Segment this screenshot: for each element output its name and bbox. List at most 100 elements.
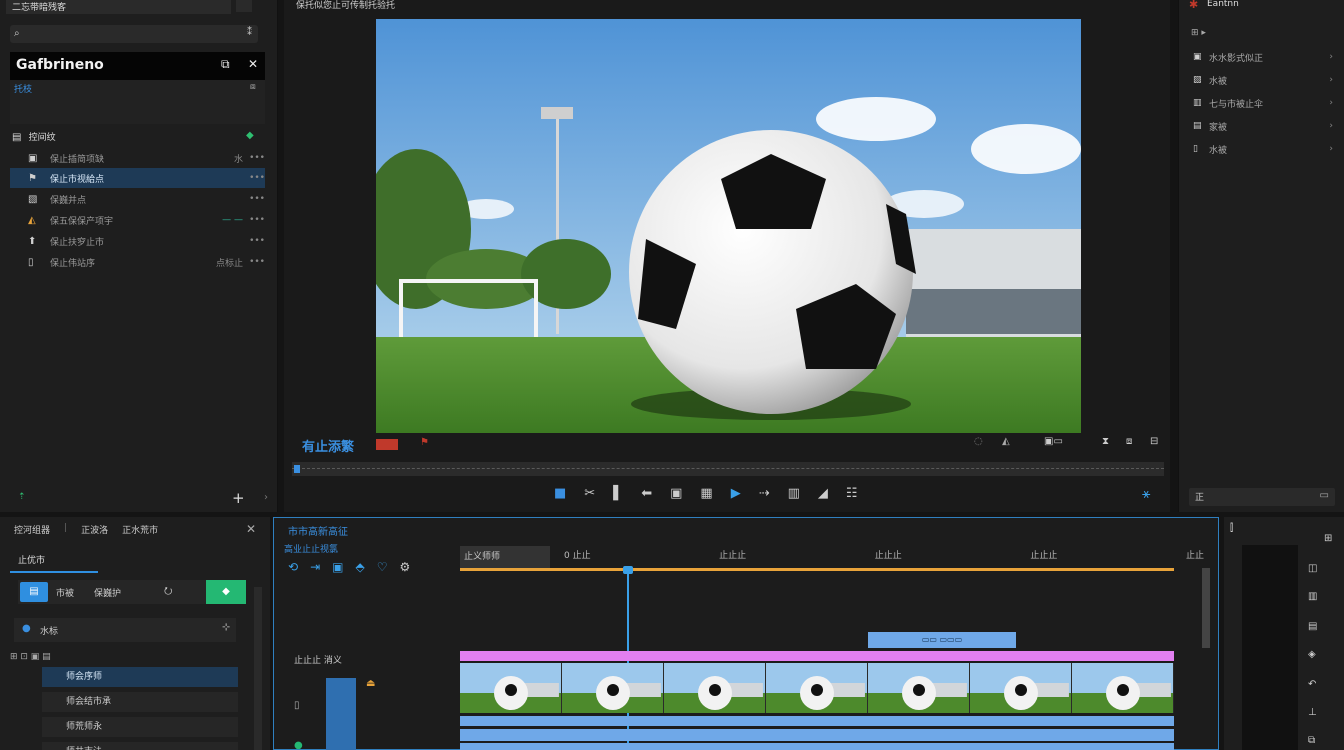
- scrub-bar[interactable]: [292, 462, 1164, 476]
- inspector-item[interactable]: ▣ 水水影式似正 ›: [1193, 48, 1333, 66]
- apply-button[interactable]: ◆: [206, 580, 246, 604]
- tree-item-selected[interactable]: 师会序师: [42, 667, 238, 687]
- add-button[interactable]: +: [232, 489, 245, 507]
- close-icon[interactable]: ✕: [248, 57, 258, 71]
- cut-button[interactable]: ✂: [584, 486, 595, 506]
- more-icon[interactable]: ⊟: [1150, 436, 1158, 447]
- project-header[interactable]: Gafbrineno ⧉ ✕: [10, 52, 265, 80]
- export-icon[interactable]: ⧉: [221, 57, 230, 72]
- media-panel: 二忘带暗残客 ⌕ ⁑ Gafbrineno ⧉ ✕ 托枝 ⧈ ▤ 控间纹 ◆ ▣…: [0, 0, 278, 512]
- mark-in-button[interactable]: ▌: [613, 486, 623, 506]
- lift-button[interactable]: ◢: [818, 486, 828, 506]
- tool-icon[interactable]: ◈: [1308, 649, 1316, 660]
- tab-transitions[interactable]: 正波洛: [81, 523, 108, 537]
- scrollbar[interactable]: [254, 587, 262, 750]
- list-item[interactable]: ▯ 保止伟站序 点标止 •••: [10, 252, 265, 272]
- track-header[interactable]: 止义师师: [460, 546, 550, 568]
- section-header[interactable]: ▤ 控间纹 ◆: [12, 130, 262, 144]
- clip-strip-1[interactable]: [460, 716, 1174, 726]
- inspector-item[interactable]: ▯ 水被 ›: [1193, 140, 1333, 158]
- clip-strip-2[interactable]: [460, 729, 1174, 741]
- heart-icon[interactable]: ♡: [377, 560, 388, 576]
- search-input[interactable]: ⌕ ⁑: [10, 25, 258, 43]
- filter-icon[interactable]: ⁑: [247, 27, 252, 38]
- inspector-footer-button[interactable]: 正 ▭: [1189, 488, 1335, 506]
- extract-button[interactable]: ☷: [846, 486, 858, 506]
- insert-button[interactable]: ▣: [670, 486, 682, 506]
- export-frame-icon[interactable]: ⚹: [1142, 486, 1150, 502]
- info-icon[interactable]: ⧈: [250, 82, 256, 92]
- timeline-ruler[interactable]: 0 止止 止止止 止止止 止止止 止止: [564, 548, 1204, 562]
- lock-icon[interactable]: ⏏: [366, 678, 375, 689]
- work-area-bar[interactable]: [460, 568, 1174, 571]
- tool-icon[interactable]: ⧉: [1308, 735, 1315, 746]
- subtab-label[interactable]: 止优市: [18, 553, 45, 566]
- list-item[interactable]: ◭ 保五保保产项宇 — — •••: [10, 210, 265, 230]
- step-forward-button[interactable]: ⇢: [759, 486, 770, 506]
- clip-strip-3[interactable]: [460, 743, 1174, 750]
- list-item[interactable]: ▣ 保止插简项缺 水 •••: [10, 148, 265, 168]
- list-item-more[interactable]: •••: [243, 194, 265, 204]
- tag-icon[interactable]: ◆: [246, 130, 254, 141]
- folder-icon[interactable]: ▤: [20, 582, 48, 602]
- list-item-more[interactable]: •••: [243, 236, 265, 246]
- undo-icon[interactable]: ↶: [1308, 679, 1316, 690]
- list-item-selected[interactable]: ⚑ 保止市视給点 •••: [10, 168, 265, 188]
- playhead-handle[interactable]: [623, 566, 633, 574]
- tree-item[interactable]: 师会结市承: [42, 692, 238, 712]
- tool-icon[interactable]: ▥: [1308, 591, 1317, 602]
- eye-icon[interactable]: ▯: [294, 700, 300, 711]
- effect-search[interactable]: ● 水标 ⊹: [14, 618, 236, 642]
- track-toggle[interactable]: [326, 678, 356, 750]
- video-track[interactable]: [460, 663, 1174, 713]
- audio-icon[interactable]: ◭: [1002, 436, 1010, 447]
- tool-icon[interactable]: ⊥: [1308, 707, 1317, 718]
- record-indicator[interactable]: [376, 439, 398, 450]
- inspector-item[interactable]: ▧ 水被 ›: [1193, 71, 1333, 89]
- tab-titles[interactable]: 正水荒市: [122, 523, 158, 537]
- marker-icon[interactable]: ▣: [332, 560, 343, 576]
- list-item[interactable]: ▧ 保巍并点 •••: [10, 189, 265, 209]
- video-preview[interactable]: [376, 19, 1081, 433]
- marker-icon[interactable]: ⚑: [420, 437, 429, 448]
- play-button[interactable]: ▶: [731, 486, 741, 506]
- effect-btn-3[interactable]: ⭮: [164, 584, 172, 601]
- keyframe-icon[interactable]: ⬘: [355, 560, 364, 576]
- close-icon[interactable]: ✕: [246, 522, 256, 536]
- stop-button[interactable]: ■: [554, 486, 566, 506]
- timeline-scrollbar[interactable]: [1202, 568, 1210, 648]
- fullscreen-icon[interactable]: ⧈: [1126, 436, 1132, 447]
- scrub-handle[interactable]: [294, 465, 300, 473]
- settings-icon[interactable]: ⧗: [1102, 436, 1109, 447]
- list-item-more[interactable]: •••: [243, 173, 265, 183]
- resize-icon[interactable]: ▭: [1320, 490, 1329, 501]
- safe-zone-icon[interactable]: ▣▭: [1044, 436, 1063, 447]
- step-back-button[interactable]: ⬅: [641, 486, 652, 506]
- record-icon[interactable]: ●: [294, 740, 303, 750]
- list-item[interactable]: ⬆ 保止扶穸止市 •••: [10, 231, 265, 251]
- overwrite-button[interactable]: ▦: [700, 486, 712, 506]
- mark-out-button[interactable]: ▥: [788, 486, 800, 506]
- inspector-item[interactable]: ▤ 家被 ›: [1193, 117, 1333, 135]
- tab-effects[interactable]: 控河组器: [14, 523, 50, 537]
- effect-btn-2[interactable]: 保巍护: [94, 586, 121, 599]
- tool-icon[interactable]: ◫: [1308, 563, 1317, 574]
- list-item-more[interactable]: •••: [243, 153, 265, 163]
- overlay-clip[interactable]: ▭▭ ▭▭▭: [868, 632, 1016, 648]
- list-item-more[interactable]: •••: [243, 215, 265, 225]
- tree-item[interactable]: 师荒师永: [42, 717, 238, 737]
- tool-icon[interactable]: ▤: [1308, 621, 1317, 632]
- list-item-more[interactable]: •••: [243, 257, 265, 267]
- snap-icon[interactable]: ⟲: [288, 560, 298, 576]
- expand-icon[interactable]: ⊹: [222, 622, 230, 633]
- audio-bar[interactable]: [460, 651, 1174, 661]
- loop-icon[interactable]: ◌: [974, 436, 983, 447]
- inspector-item[interactable]: ▥ 七与市被止伞 ›: [1193, 94, 1333, 112]
- tree-item[interactable]: 师井市法: [42, 742, 238, 750]
- chevron-right-icon[interactable]: ›: [264, 492, 268, 503]
- link-icon[interactable]: ⇥: [310, 560, 320, 576]
- settings-icon[interactable]: ⚙: [399, 560, 410, 576]
- panel-menu-button[interactable]: [236, 0, 252, 12]
- expand-icon[interactable]: ⊞: [1324, 533, 1332, 544]
- effect-btn-1[interactable]: 市被: [56, 586, 74, 599]
